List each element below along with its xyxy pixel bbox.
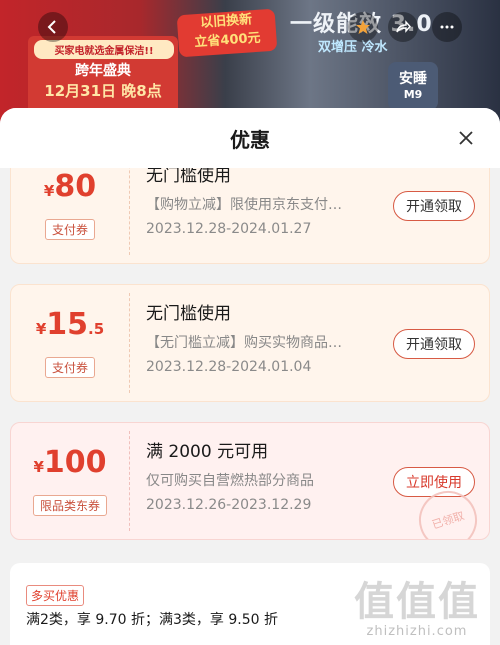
coupon-info: 无门槛使用 【购物立减】限使用京东支付… 2023.12.28-2024.01.… [146,168,369,237]
coupon-divider [129,293,130,393]
coupon-divider [129,168,130,255]
tradein-badge: 以旧换新 立省400元 [176,8,278,58]
coupon-divider [129,431,130,531]
coupon-amount: ¥100 [11,445,129,480]
more-icon [440,25,454,29]
sleep-badge: 安睡 M9 [388,62,438,110]
sleep-text: 安睡 [399,71,427,87]
coupon-value-area: ¥100 限品类东券 [11,423,129,539]
multi-buy-badge: 多买优惠 [26,585,85,606]
coupon-title: 无门槛使用 [146,168,231,186]
coupon-card: ¥100 限品类东券 满 2000 元可用 仅可购买自营燃热部分商品 2023.… [10,422,490,540]
coupon-desc: 【无门槛立减】购买实物商品… [146,335,342,351]
coupon-amount: ¥15.5 [11,307,129,342]
coupon-desc: 仅可购买自营燃热部分商品 [146,473,314,489]
coupon-value-area: ¥80 支付券 [11,168,129,263]
site-watermark: 值值值 zhizhizhi.com [342,580,492,639]
coupon-kind-badge: 支付券 [44,357,96,378]
coupon-desc: 【购物立减】限使用京东支付… [146,197,342,213]
coupon-date: 2023.12.28-2024.01.04 [146,359,312,375]
amount-value: 100 [43,445,107,480]
sheet-title: 优惠 [230,128,270,152]
watermark-url: zhizhizhi.com [366,624,468,639]
share-button[interactable] [388,12,418,42]
coupon-date: 2023.12.26-2023.12.29 [146,497,312,513]
favorite-button[interactable] [348,12,378,42]
currency-symbol: ¥ [43,182,55,200]
coupon-sheet: 优惠 ¥80 支付券 无门槛使用 【购物立减】限使用京东支付… 2023.12.… [0,108,500,645]
currency-symbol: ¥ [33,458,44,476]
amount-value: 15 [46,307,89,342]
coupon-title: 满 2000 元可用 [146,442,269,462]
more-button[interactable] [432,12,462,42]
promo-line-2: 12月31日 晚8点 [44,82,162,100]
claim-button[interactable]: 开通领取 [393,329,475,359]
coupon-kind-badge: 限品类东券 [32,495,108,516]
coupon-card: ¥80 支付券 无门槛使用 【购物立减】限使用京东支付… 2023.12.28-… [10,168,490,264]
coupon-amount: ¥80 [11,169,129,204]
amount-value: 80 [54,169,97,204]
coupon-info: 无门槛使用 【无门槛立减】购买实物商品… 2023.12.28-2024.01.… [146,299,369,375]
promo-tag: 买家电就选金属保洁!! [34,40,174,59]
multi-buy-rule: 满2类，享 9.70 折；满3类，享 9.50 折 [26,612,278,628]
use-now-button[interactable]: 立即使用 [393,467,475,497]
close-button[interactable] [456,128,476,148]
back-icon [47,20,56,34]
coupon-kind-badge: 支付券 [44,219,96,240]
share-icon [396,20,411,33]
coupon-info: 满 2000 元可用 仅可购买自营燃热部分商品 2023.12.26-2023.… [146,437,369,513]
coupon-list[interactable]: ¥80 支付券 无门槛使用 【购物立减】限使用京东支付… 2023.12.28-… [0,168,500,645]
amount-decimal: .5 [88,320,105,338]
sleep-model: M9 [403,88,423,101]
promo-card: 买家电就选金属保洁!! 跨年盛典 12月31日 晚8点 [28,36,178,116]
back-button[interactable] [38,12,68,42]
star-icon [356,20,370,34]
promo-line-1: 跨年盛典 [75,63,131,79]
coupon-date: 2023.12.28-2024.01.27 [146,221,312,237]
coupon-value-area: ¥15.5 支付券 [11,285,129,401]
coupon-card: ¥15.5 支付券 无门槛使用 【无门槛立减】购买实物商品… 2023.12.2… [10,284,490,402]
currency-symbol: ¥ [35,320,47,338]
dual-label: 双增压 冷水 [318,40,388,55]
sheet-header: 优惠 [0,108,500,168]
claim-button[interactable]: 开通领取 [393,191,475,221]
close-icon [459,131,473,145]
coupon-title: 无门槛使用 [146,304,231,324]
watermark-logo: 值值值 [354,579,480,625]
